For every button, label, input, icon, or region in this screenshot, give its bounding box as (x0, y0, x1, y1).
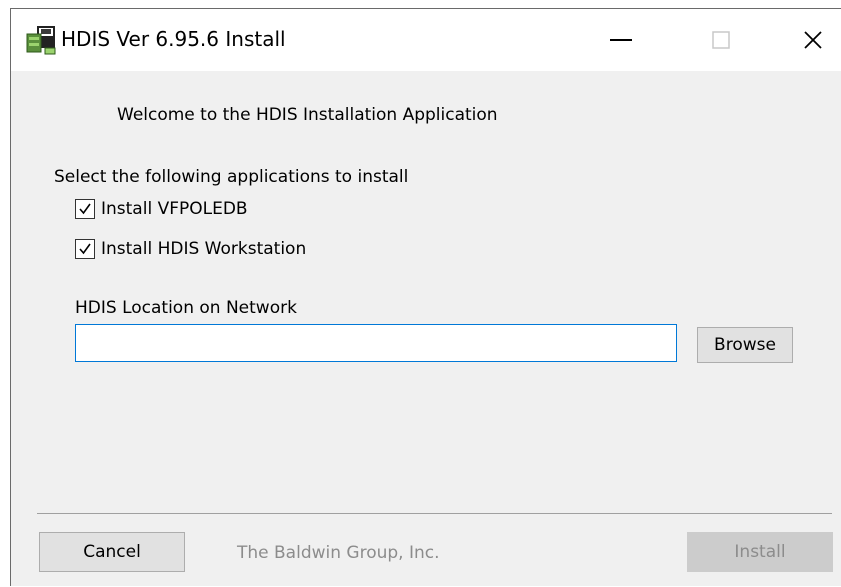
network-location-input[interactable] (75, 324, 677, 362)
maximize-button[interactable] (691, 19, 751, 61)
install-button[interactable]: Install (687, 532, 833, 572)
close-button[interactable] (783, 19, 841, 61)
option-install-vfpoledb[interactable]: Install VFPOLEDB (75, 197, 248, 221)
title-bar[interactable]: HDIS Ver 6.95.6 Install (11, 9, 841, 71)
select-apps-label: Select the following applications to ins… (54, 167, 409, 187)
cancel-button[interactable]: Cancel (39, 532, 185, 572)
vfpoledb-label: Install VFPOLEDB (101, 199, 248, 219)
checkmark-icon (79, 243, 91, 255)
maximize-icon (712, 31, 730, 49)
minimize-button[interactable] (591, 19, 651, 61)
minimize-icon (610, 39, 632, 41)
installer-window: HDIS Ver 6.95.6 Install Welcome to the H… (10, 8, 841, 586)
network-location-label: HDIS Location on Network (75, 298, 297, 318)
installer-app-icon (25, 24, 59, 56)
window-title: HDIS Ver 6.95.6 Install (61, 27, 286, 51)
option-install-hdis-workstation[interactable]: Install HDIS Workstation (75, 237, 306, 261)
installer-content: Welcome to the HDIS Installation Applica… (11, 71, 841, 587)
hdis-workstation-label: Install HDIS Workstation (101, 239, 307, 259)
company-name: The Baldwin Group, Inc. (237, 543, 440, 563)
footer-divider (37, 513, 832, 514)
checkmark-icon (79, 203, 91, 215)
browse-button[interactable]: Browse (697, 327, 793, 363)
vfpoledb-checkbox[interactable] (75, 199, 95, 219)
close-icon (804, 31, 822, 49)
welcome-text: Welcome to the HDIS Installation Applica… (117, 105, 498, 125)
hdis-workstation-checkbox[interactable] (75, 239, 95, 259)
